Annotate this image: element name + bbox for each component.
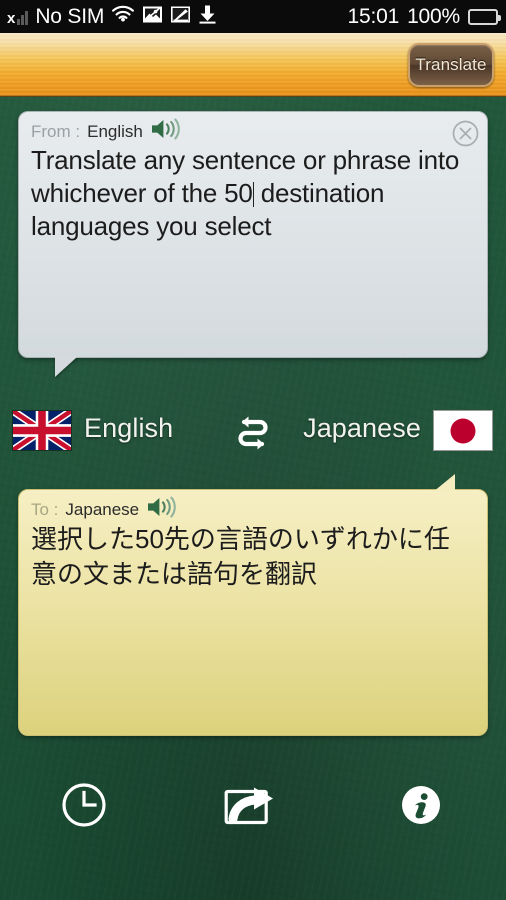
wifi-icon xyxy=(111,5,135,28)
output-meta-row: To : Japanese xyxy=(31,496,180,523)
flag-united-kingdom-icon[interactable] xyxy=(12,410,72,451)
clock-icon xyxy=(61,782,107,833)
info-button[interactable] xyxy=(389,775,453,839)
output-text: 選択した50先の言語のいずれかに任意の文または語句を翻訳 xyxy=(31,524,450,589)
output-language-label: Japanese xyxy=(65,499,140,519)
status-bar: x No SIM 15:01 100% xyxy=(0,0,506,33)
signal-no-service-icon: x xyxy=(7,9,29,26)
input-text[interactable]: Translate any sentence or phrase into wh… xyxy=(31,144,473,243)
target-language-label[interactable]: Japanese xyxy=(303,413,421,444)
swap-arrows-icon[interactable] xyxy=(231,411,275,451)
info-icon xyxy=(399,783,443,832)
input-bubble-tail xyxy=(55,357,77,377)
input-text-before-caret: Translate any sentence or phrase into wh… xyxy=(31,145,460,208)
output-bubble[interactable]: To : Japanese 選択した50先の言語のいずれかに任意の文または語句を… xyxy=(18,489,488,736)
app-screen: x No SIM 15:01 100% Translate From: Eng… xyxy=(0,0,506,900)
speaker-icon[interactable] xyxy=(150,118,184,145)
translate-button-label: Translate xyxy=(415,55,487,74)
language-selector-row: English Japanese xyxy=(0,403,506,459)
output-bubble-tail xyxy=(433,474,455,492)
input-bubble[interactable]: From : English Translate any sentence or… xyxy=(18,111,488,358)
share-icon xyxy=(224,784,278,831)
input-direction-label: From : xyxy=(31,121,81,141)
output-direction-label: To : xyxy=(31,499,59,519)
flag-japan-icon[interactable] xyxy=(433,410,493,451)
speaker-icon[interactable] xyxy=(146,496,180,523)
status-bar-left: x No SIM xyxy=(0,4,217,30)
screenshot-icon xyxy=(142,4,163,30)
source-language-label[interactable]: English xyxy=(84,413,173,444)
share-button[interactable] xyxy=(219,775,283,839)
app-toolbar: Translate xyxy=(0,33,506,97)
carrier-label: No SIM xyxy=(35,5,105,28)
close-circle-icon[interactable] xyxy=(452,120,479,147)
battery-icon xyxy=(468,8,501,25)
clock-label: 15:01 xyxy=(347,5,400,28)
download-icon xyxy=(198,4,217,30)
status-bar-right: 15:01 100% xyxy=(348,6,506,27)
battery-percent-label: 100% xyxy=(407,5,460,28)
input-language-label: English xyxy=(87,121,143,141)
input-meta-row: From : English xyxy=(31,118,184,145)
history-button[interactable] xyxy=(52,775,116,839)
translate-button[interactable]: Translate xyxy=(408,43,494,87)
usb-debug-icon xyxy=(170,4,191,30)
bottom-action-bar xyxy=(0,775,506,845)
